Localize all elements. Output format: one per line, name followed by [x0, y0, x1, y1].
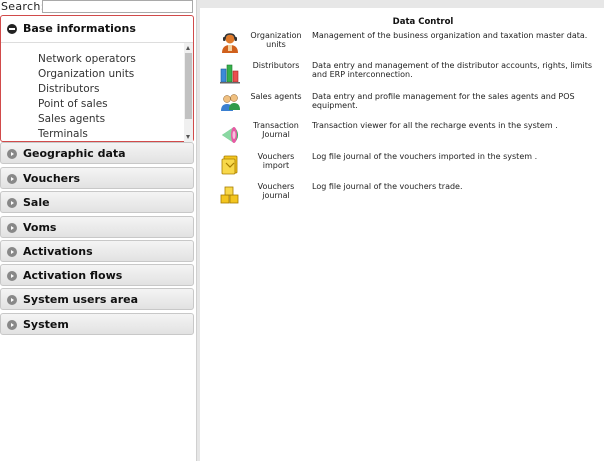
section-sale[interactable]: Sale: [0, 191, 194, 213]
section-title: Sale: [23, 196, 50, 209]
vouchers-import-icon[interactable]: [219, 153, 241, 175]
submenu-item-sales-agents[interactable]: Sales agents: [38, 112, 136, 127]
expand-icon: [7, 295, 17, 305]
row-label[interactable]: Transaction Journal: [245, 121, 307, 139]
submenu-item-point-of-sales[interactable]: Point of sales: [38, 97, 136, 112]
section-activation-flows[interactable]: Activation flows: [0, 264, 194, 286]
collapse-icon: [7, 24, 17, 34]
section-title: System: [23, 318, 69, 331]
transaction-journal-icon[interactable]: [219, 124, 241, 146]
section-title: Activation flows: [23, 269, 123, 282]
submenu-list: Network operators Organization units Dis…: [38, 52, 136, 142]
expand-icon: [7, 149, 17, 159]
row-label[interactable]: Vouchers journal: [245, 182, 307, 200]
row-label[interactable]: Organization units: [245, 31, 307, 49]
row-label[interactable]: Distributors: [245, 61, 307, 70]
row-description: Management of the business organization …: [312, 31, 588, 40]
section-header-base-informations[interactable]: Base informations: [1, 16, 193, 42]
search-label: Search:: [1, 0, 45, 13]
main-panel: Data Control Organization units Manageme…: [200, 0, 604, 461]
section-base-informations: Base informations Network operators Orga…: [0, 15, 194, 142]
page-title: Data Control: [392, 17, 454, 27]
row-description: Data entry and management of the distrib…: [312, 61, 593, 79]
row-label[interactable]: Sales agents: [245, 92, 307, 101]
section-vouchers[interactable]: Vouchers: [0, 167, 194, 189]
section-voms[interactable]: Voms: [0, 216, 194, 238]
section-title: Vouchers: [23, 172, 81, 185]
submenu-item-terminals[interactable]: Terminals: [38, 127, 136, 142]
section-geographic-data[interactable]: Geographic data: [0, 142, 194, 164]
row-label[interactable]: Vouchers import: [245, 152, 307, 170]
submenu-item-network-operators[interactable]: Network operators: [38, 52, 136, 67]
section-title: Geographic data: [23, 147, 126, 160]
search-bar: Search:: [0, 0, 196, 15]
row-description: Data entry and profile management for th…: [312, 92, 575, 110]
row-description: Transaction viewer for all the recharge …: [312, 121, 558, 130]
expand-icon: [7, 247, 17, 257]
scroll-thumb[interactable]: [185, 53, 192, 119]
section-system-users-area[interactable]: System users area: [0, 288, 194, 310]
row-description: Log file journal of the vouchers importe…: [312, 152, 538, 161]
vouchers-journal-icon[interactable]: [219, 183, 241, 205]
scroll-down-arrow-icon[interactable]: [186, 135, 190, 139]
submenu-item-organization-units[interactable]: Organization units: [38, 67, 136, 82]
submenu-scrollbar[interactable]: [184, 43, 193, 142]
expand-icon: [7, 223, 17, 233]
expand-icon: [7, 198, 17, 208]
row-description: Log file journal of the vouchers trade.: [312, 182, 463, 191]
distributors-icon[interactable]: [219, 62, 241, 84]
section-title: System users area: [23, 293, 139, 306]
search-input[interactable]: [42, 0, 193, 13]
scroll-up-arrow-icon[interactable]: [186, 46, 190, 50]
section-system[interactable]: System: [0, 313, 194, 335]
submenu-item-distributors[interactable]: Distributors: [38, 82, 136, 97]
section-title: Voms: [23, 221, 57, 234]
sales-agents-icon[interactable]: [219, 92, 241, 114]
section-title: Activations: [23, 245, 93, 258]
main-top-bar: [200, 0, 604, 8]
expand-icon: [7, 174, 17, 184]
organization-icon[interactable]: [219, 32, 241, 54]
section-body: Network operators Organization units Dis…: [1, 42, 193, 142]
expand-icon: [7, 271, 17, 281]
section-title: Base informations: [23, 22, 136, 35]
expand-icon: [7, 320, 17, 330]
section-activations[interactable]: Activations: [0, 240, 194, 262]
